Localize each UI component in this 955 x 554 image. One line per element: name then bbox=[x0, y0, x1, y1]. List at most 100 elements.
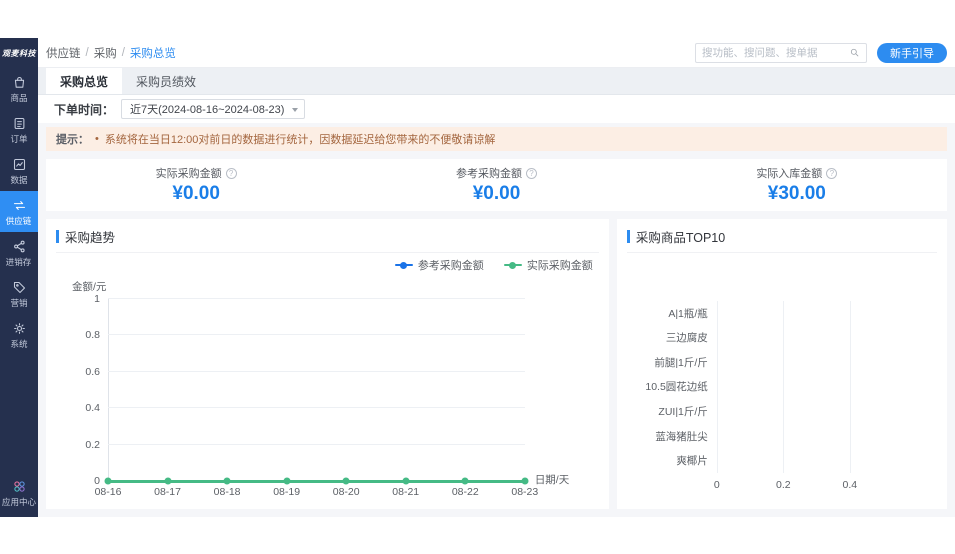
help-icon[interactable]: ? bbox=[526, 168, 537, 179]
help-icon[interactable]: ? bbox=[826, 168, 837, 179]
gridline bbox=[108, 298, 525, 299]
legend-marker-icon bbox=[504, 261, 522, 269]
bar-category-label: 三边腐皮 bbox=[627, 330, 708, 345]
x-tick-label: 0.2 bbox=[776, 479, 791, 491]
sidebar-item-label: 营销 bbox=[10, 298, 27, 308]
stat-item: 参考采购金额? ¥0.00 bbox=[346, 165, 646, 205]
data-point[interactable] bbox=[343, 478, 350, 485]
stat-label-text: 实际入库金额 bbox=[756, 165, 822, 181]
page: 观麦科技 商品订单数据供应链进销存营销系统 应用中心 供应链/采购/采购总览 搜… bbox=[0, 0, 955, 554]
content: 提示： • 系统将在当日12:00对前日的数据进行统计，因数据延迟给您带来的不便… bbox=[38, 123, 955, 517]
trend-card-title: 采购趋势 bbox=[65, 227, 115, 246]
sidebar-item-marketing[interactable]: 营销 bbox=[0, 273, 38, 314]
data-point[interactable] bbox=[224, 478, 231, 485]
sidebar-item-label: 商品 bbox=[10, 93, 27, 103]
sidebar-item-system[interactable]: 系统 bbox=[0, 314, 38, 355]
x-tick-label: 08-20 bbox=[333, 486, 360, 498]
gridline bbox=[108, 371, 525, 372]
sidebar-item-inventory[interactable]: 进销存 bbox=[0, 232, 38, 273]
sidebar-item-bag[interactable]: 商品 bbox=[0, 68, 38, 109]
x-tick-label: 08-17 bbox=[154, 486, 181, 498]
trend-legend: 参考采购金额 实际采购金额 bbox=[56, 253, 599, 277]
bar-category-label: ZUI|1斤/斤 bbox=[627, 404, 708, 419]
x-tick-label: 08-18 bbox=[214, 486, 241, 498]
y-axis-label: 金额/元 bbox=[72, 279, 106, 294]
stat-value: ¥30.00 bbox=[768, 183, 826, 205]
sidebar-item-data[interactable]: 数据 bbox=[0, 150, 38, 191]
data-icon bbox=[12, 157, 27, 172]
breadcrumb-item[interactable]: 采购总览 bbox=[130, 45, 176, 61]
search-input[interactable]: 搜功能、搜问题、搜单据 bbox=[695, 43, 867, 63]
order-icon bbox=[12, 116, 27, 131]
gridline bbox=[108, 444, 525, 445]
stat-value: ¥0.00 bbox=[172, 183, 220, 205]
x-tick-label: 08-19 bbox=[273, 486, 300, 498]
sidebar-item-app-center[interactable]: 应用中心 bbox=[0, 472, 38, 513]
y-axis-line bbox=[108, 299, 109, 481]
app-center-icon bbox=[12, 479, 27, 494]
data-point[interactable] bbox=[462, 478, 469, 485]
sidebar-item-label: 数据 bbox=[10, 175, 27, 185]
tab-采购员绩效[interactable]: 采购员绩效 bbox=[122, 68, 210, 94]
y-tick-label: 0.4 bbox=[66, 402, 100, 414]
sidebar-item-order[interactable]: 订单 bbox=[0, 109, 38, 150]
data-point[interactable] bbox=[283, 478, 290, 485]
data-point[interactable] bbox=[164, 478, 171, 485]
x-tick-label: 08-22 bbox=[452, 486, 479, 498]
top10-card-title: 采购商品TOP10 bbox=[636, 227, 725, 246]
beginner-guide-button[interactable]: 新手引导 bbox=[877, 43, 947, 63]
sidebar-item-label: 供应链 bbox=[6, 216, 32, 226]
legend-item[interactable]: 实际采购金额 bbox=[504, 257, 593, 273]
sidebar-nav: 商品订单数据供应链进销存营销系统 bbox=[0, 68, 38, 355]
stat-value: ¥0.00 bbox=[473, 183, 521, 205]
date-range-select[interactable]: 近7天(2024-08-16~2024-08-23) bbox=[121, 99, 305, 119]
stat-label-text: 实际采购金额 bbox=[156, 165, 222, 181]
bullet-icon: • bbox=[95, 133, 99, 145]
bar-category-label: 前腿|1斤/斤 bbox=[627, 355, 708, 370]
data-point[interactable] bbox=[105, 478, 112, 485]
section-marker bbox=[627, 230, 630, 243]
notice-bar: 提示： • 系统将在当日12:00对前日的数据进行统计，因数据延迟给您带来的不便… bbox=[46, 127, 947, 151]
purchase-trend-card: 采购趋势 参考采购金额实际采购金额 金额/元 日期/天 00.20.40.60.… bbox=[46, 219, 609, 509]
top10-products-card: 采购商品TOP10 A|1瓶/瓶三边腐皮前腿|1斤/斤10.5圆花边纸ZUI|1… bbox=[617, 219, 947, 509]
x-tick-label: 08-21 bbox=[392, 486, 419, 498]
legend-label: 参考采购金额 bbox=[418, 257, 484, 273]
x-axis-label: 日期/天 bbox=[535, 472, 569, 487]
y-tick-label: 0.2 bbox=[66, 439, 100, 451]
inventory-icon bbox=[12, 239, 27, 254]
filter-row: 下单时间： 近7天(2024-08-16~2024-08-23) bbox=[38, 95, 955, 123]
breadcrumb-item[interactable]: 采购 bbox=[94, 45, 117, 61]
gridline bbox=[850, 301, 851, 473]
top10-chart: A|1瓶/瓶三边腐皮前腿|1斤/斤10.5圆花边纸ZUI|1斤/斤蓝海猪肚尖爽椰… bbox=[627, 301, 937, 473]
legend-item[interactable]: 参考采购金额 bbox=[395, 257, 484, 273]
search-icon[interactable] bbox=[849, 47, 860, 58]
y-tick-label: 0.6 bbox=[66, 366, 100, 378]
sidebar-bottom: 应用中心 bbox=[0, 472, 38, 513]
section-marker bbox=[56, 230, 59, 243]
app-window: 观麦科技 商品订单数据供应链进销存营销系统 应用中心 供应链/采购/采购总览 搜… bbox=[0, 38, 955, 517]
top10-plot: 00.20.4 bbox=[717, 301, 893, 473]
notice-text: 系统将在当日12:00对前日的数据进行统计，因数据延迟给您带来的不便敬请谅解 bbox=[105, 131, 496, 147]
x-tick-label: 08-23 bbox=[511, 486, 538, 498]
help-icon[interactable]: ? bbox=[226, 168, 237, 179]
bag-icon bbox=[12, 75, 27, 90]
breadcrumb-item[interactable]: 供应链 bbox=[46, 45, 81, 61]
data-point[interactable] bbox=[402, 478, 409, 485]
sidebar-item-label: 系统 bbox=[10, 339, 27, 349]
tab-采购总览[interactable]: 采购总览 bbox=[46, 68, 122, 94]
bar-category-label: A|1瓶/瓶 bbox=[627, 306, 708, 321]
stat-label-text: 参考采购金额 bbox=[456, 165, 522, 181]
topbar-right: 搜功能、搜问题、搜单据 新手引导 bbox=[695, 43, 947, 63]
stat-label: 实际采购金额? bbox=[156, 165, 237, 181]
gridline bbox=[717, 301, 718, 473]
breadcrumb: 供应链/采购/采购总览 bbox=[46, 45, 176, 61]
data-point[interactable] bbox=[521, 478, 528, 485]
topbar: 供应链/采购/采购总览 搜功能、搜问题、搜单据 新手引导 bbox=[38, 38, 955, 68]
chevron-down-icon bbox=[292, 108, 298, 112]
sidebar: 观麦科技 商品订单数据供应链进销存营销系统 应用中心 bbox=[0, 38, 38, 517]
top10-categories: A|1瓶/瓶三边腐皮前腿|1斤/斤10.5圆花边纸ZUI|1斤/斤蓝海猪肚尖爽椰… bbox=[627, 301, 717, 473]
app-logo[interactable]: 观麦科技 bbox=[0, 38, 38, 68]
marketing-icon bbox=[12, 280, 27, 295]
sidebar-item-supply-chain[interactable]: 供应链 bbox=[0, 191, 38, 232]
supply-chain-icon bbox=[12, 198, 27, 213]
